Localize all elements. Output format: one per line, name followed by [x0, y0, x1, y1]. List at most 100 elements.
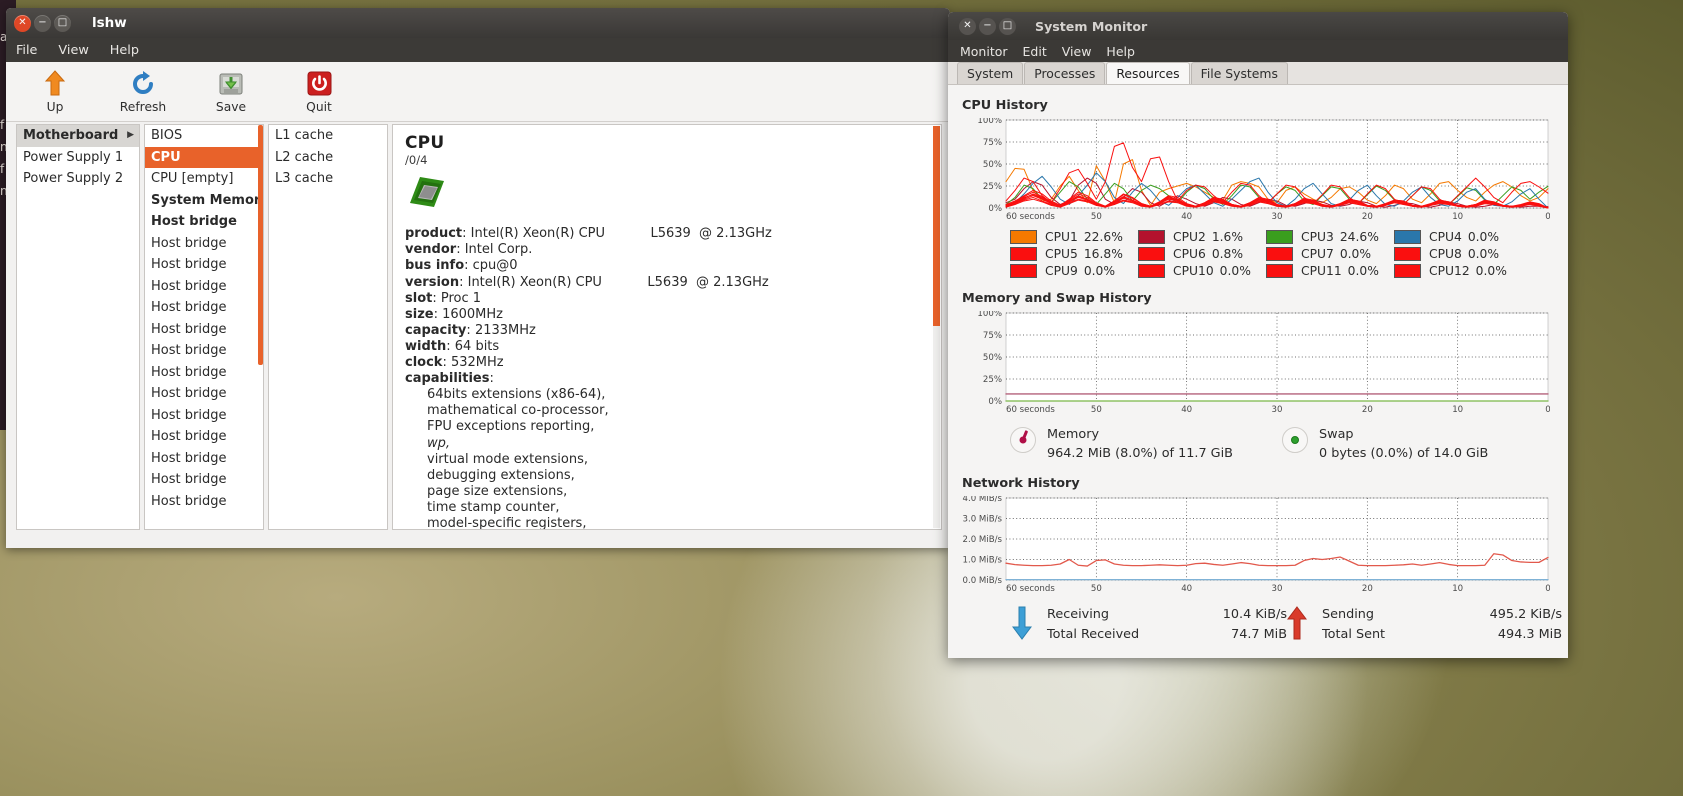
tree-item-host-bridge[interactable]: Host bridge	[145, 276, 263, 298]
close-icon[interactable]: ✕	[959, 17, 976, 35]
legend-item-cpu3[interactable]: CPU3 24.6%	[1266, 230, 1394, 244]
refresh-button[interactable]: Refresh	[112, 70, 174, 114]
tree-item-host-bridge[interactable]: Host bridge	[145, 426, 263, 448]
legend-color-swatch[interactable]	[1266, 247, 1293, 261]
tree-item-host-bridge[interactable]: Host bridge	[145, 233, 263, 255]
close-icon[interactable]: ✕	[14, 14, 31, 32]
tree-item-host-bridge[interactable]: Host bridge	[145, 469, 263, 491]
sysmon-menubar[interactable]: Monitor Edit View Help	[948, 40, 1568, 62]
scrollbar-thumb[interactable]	[258, 125, 263, 365]
legend-item-cpu1[interactable]: CPU1 22.6%	[1010, 230, 1138, 244]
detail-row-capabilities: capabilities:	[405, 371, 494, 387]
legend-color-swatch[interactable]	[1010, 264, 1037, 278]
network-summary: Receiving Total Received 10.4 KiB/s 74.7…	[1010, 605, 1562, 649]
tree-item-l2-cache[interactable]: L2 cache	[269, 147, 387, 169]
legend-cpu-name: CPU7	[1301, 247, 1334, 261]
tab-file-systems[interactable]: File Systems	[1190, 62, 1288, 84]
tab-resources[interactable]: Resources	[1106, 62, 1190, 84]
legend-color-swatch[interactable]	[1394, 247, 1421, 261]
legend-color-swatch[interactable]	[1010, 230, 1037, 244]
legend-color-swatch[interactable]	[1266, 264, 1293, 278]
legend-item-cpu12[interactable]: CPU12 0.0%	[1394, 264, 1522, 278]
tree-item-l3-cache[interactable]: L3 cache	[269, 168, 387, 190]
tree-item-cpu[interactable]: CPU	[145, 146, 263, 168]
hardware-tree-column-1[interactable]: Motherboard ▶ Power Supply 1 Power Suppl…	[16, 124, 140, 530]
tab-system[interactable]: System	[957, 62, 1024, 84]
minimize-icon[interactable]: −	[979, 17, 996, 35]
legend-cpu-name: CPU4	[1429, 230, 1462, 244]
tree-item-host-bridge[interactable]: Host bridge	[145, 448, 263, 470]
memory-label: Memory	[1047, 427, 1100, 442]
tree-item-label: Motherboard	[23, 128, 119, 143]
minimize-icon[interactable]: −	[34, 14, 51, 32]
legend-item-cpu11[interactable]: CPU11 0.0%	[1266, 264, 1394, 278]
menu-view[interactable]: View	[1062, 44, 1092, 59]
sysmon-titlebar[interactable]: ✕ − □ System Monitor	[948, 12, 1568, 40]
up-button[interactable]: Up	[24, 70, 86, 114]
legend-item-cpu6[interactable]: CPU6 0.8%	[1138, 247, 1266, 261]
tree-item-cpu-empty[interactable]: CPU [empty]	[145, 168, 263, 190]
tree-item-host-bridge[interactable]: Host bridge	[145, 405, 263, 427]
legend-item-cpu9[interactable]: CPU9 0.0%	[1010, 264, 1138, 278]
tree-item-host-bridge[interactable]: Host bridge	[145, 254, 263, 276]
legend-item-cpu8[interactable]: CPU8 0.0%	[1394, 247, 1522, 261]
tree-item-power-supply-2[interactable]: Power Supply 2	[17, 168, 139, 190]
legend-item-cpu5[interactable]: CPU5 16.8%	[1010, 247, 1138, 261]
menu-view[interactable]: View	[58, 43, 88, 58]
menu-help[interactable]: Help	[110, 43, 139, 58]
tree-item-l1-cache[interactable]: L1 cache	[269, 125, 387, 147]
lshw-toolbar[interactable]: Up Refresh Save Quit	[6, 62, 950, 122]
legend-color-swatch[interactable]	[1010, 247, 1037, 261]
tree-item-host-bridge[interactable]: Host bridge	[145, 383, 263, 405]
detail-key: capacity	[405, 322, 467, 338]
legend-color-swatch[interactable]	[1138, 264, 1165, 278]
tree-item-label: Host bridge	[151, 493, 227, 509]
tree-item-label: Host bridge	[151, 472, 227, 487]
menu-file[interactable]: File	[16, 43, 37, 58]
lshw-titlebar[interactable]: ✕ − □ lshw	[6, 8, 950, 38]
legend-item-cpu7[interactable]: CPU7 0.0%	[1266, 247, 1394, 261]
lshw-window[interactable]: ✕ − □ lshw File View Help Up Refresh Sav…	[6, 8, 950, 548]
details-scrollbar[interactable]	[933, 126, 940, 528]
tree-item-label: Host bridge	[151, 386, 227, 401]
scrollbar-thumb[interactable]	[933, 126, 940, 326]
maximize-icon[interactable]: □	[54, 14, 71, 32]
menu-monitor[interactable]: Monitor	[960, 44, 1008, 59]
legend-color-swatch[interactable]	[1394, 264, 1421, 278]
legend-item-cpu4[interactable]: CPU4 0.0%	[1394, 230, 1522, 244]
save-button[interactable]: Save	[200, 70, 262, 114]
hardware-tree-column-2[interactable]: BIOS CPU CPU [empty] System Memory Host brid…	[144, 124, 264, 530]
legend-color-swatch[interactable]	[1266, 230, 1293, 244]
tab-processes[interactable]: Processes	[1024, 62, 1106, 84]
quit-button[interactable]: Quit	[288, 70, 350, 114]
legend-color-swatch[interactable]	[1138, 230, 1165, 244]
tree-item-host-bridge[interactable]: Host bridge	[145, 340, 263, 362]
maximize-icon[interactable]: □	[999, 17, 1016, 35]
legend-item-cpu10[interactable]: CPU10 0.0%	[1138, 264, 1266, 278]
lshw-menubar[interactable]: File View Help	[6, 38, 950, 62]
tree-item-host-bridge[interactable]: Host bridge	[145, 297, 263, 319]
system-monitor-window[interactable]: ✕ − □ System Monitor Monitor Edit View H…	[948, 12, 1568, 658]
tree-item-host-bridge[interactable]: Host bridge	[145, 491, 263, 513]
legend-item-cpu2[interactable]: CPU2 1.6%	[1138, 230, 1266, 244]
tree-item-bios[interactable]: BIOS	[145, 125, 263, 147]
up-button-label: Up	[46, 99, 64, 114]
tree-item-host-bridge[interactable]: Host bridge	[145, 362, 263, 384]
tree-item-motherboard[interactable]: Motherboard ▶	[17, 125, 139, 147]
tree-item-label: Host bridge	[151, 364, 227, 380]
menu-help[interactable]: Help	[1106, 44, 1135, 59]
tree-item-power-supply-1[interactable]: Power Supply 1	[17, 147, 139, 169]
detail-value: Intel Corp.	[464, 242, 533, 258]
menu-edit[interactable]: Edit	[1023, 44, 1047, 59]
tree-item-host-bridge[interactable]: Host bridge	[145, 211, 263, 233]
tree-item-system-memory[interactable]: System Memory	[145, 190, 263, 212]
legend-color-swatch[interactable]	[1394, 230, 1421, 244]
detail-row-clock: clock: 532MHz	[405, 355, 504, 371]
hardware-tree-column-3[interactable]: L1 cache L2 cache L3 cache	[268, 124, 388, 530]
tree-item-label: CPU	[151, 149, 181, 165]
legend-color-swatch[interactable]	[1138, 247, 1165, 261]
column-2-scrollbar[interactable]	[258, 125, 263, 529]
tree-item-host-bridge[interactable]: Host bridge	[145, 319, 263, 341]
device-details-pane[interactable]: CPU /0/4 product: Intel(R) Xeon(R) CPU L…	[392, 124, 942, 530]
sysmon-tab-bar[interactable]: System Processes Resources File Systems	[948, 62, 1568, 85]
